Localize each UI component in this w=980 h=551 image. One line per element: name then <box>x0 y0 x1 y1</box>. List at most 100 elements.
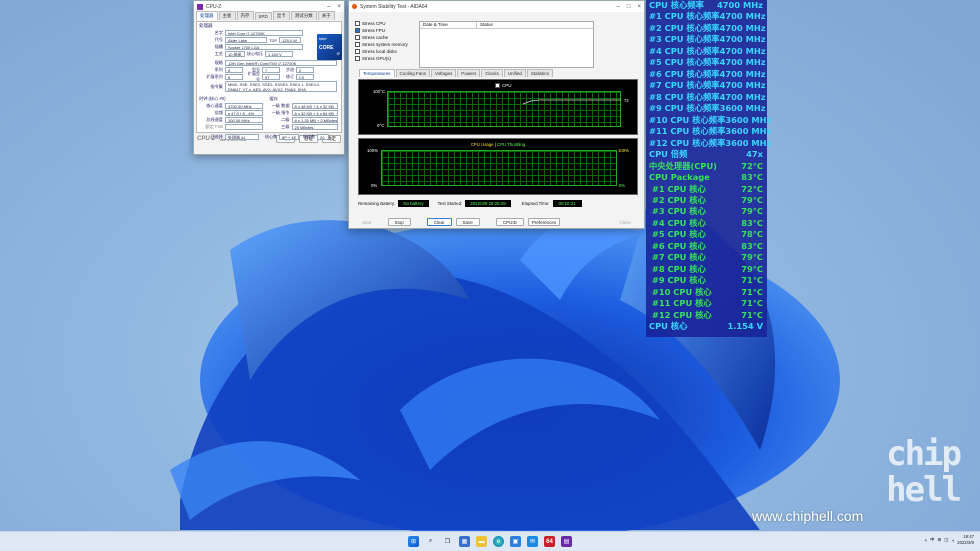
aida-button-bar: Start Stop Clear Save CPUID Preferences … <box>358 218 638 226</box>
preferences-button[interactable]: Preferences <box>527 218 561 226</box>
cpuz-ratedfsb-label: 额定 FSB <box>205 124 223 129</box>
stress-cpu-checkbox[interactable] <box>355 20 360 26</box>
cpuz-l1i-label: 一级 指令 <box>271 110 290 115</box>
cpuz-tab-processor[interactable]: 处理器 <box>196 11 218 20</box>
stress-memory-label: Stress system memory <box>362 41 408 47</box>
tab-voltages[interactable]: Voltages <box>431 69 457 77</box>
osd-label: #10 CPU 核心频率 <box>649 114 726 125</box>
osd-row: #8 CPU 核心 79°C <box>646 264 767 275</box>
stress-disks-checkbox[interactable] <box>355 48 360 54</box>
input-language[interactable]: 中 <box>930 537 935 543</box>
aida-stability-window[interactable]: System Stability Test - AIDA64 – □ × Str… <box>348 0 645 229</box>
osd-value: 4700 MHz <box>719 68 766 79</box>
cpuz-tab-mainboard[interactable]: 主板 <box>218 11 236 20</box>
cpuid-button[interactable]: CPUID <box>495 218 524 226</box>
cpuz-processor-panel: 处理器 名字 Intel Core i7-12700K 代号 Alder Lake … <box>196 21 342 140</box>
network-icon[interactable]: ◫ <box>944 537 948 543</box>
tab-unified[interactable]: Unified <box>503 69 526 77</box>
stress-cache-checkbox[interactable] <box>355 34 360 40</box>
osd-label: #11 CPU 核心频率 <box>649 126 726 137</box>
stress-fpu-option[interactable]: Stress FPU <box>355 27 408 33</box>
cpuz-cache-section: 缓存 <box>269 96 278 101</box>
stress-disks-option[interactable]: Stress local disks <box>355 48 408 54</box>
temp-trace <box>522 99 621 105</box>
save-button[interactable]: Save <box>455 218 480 226</box>
start-windows-icon[interactable]: ⊞ <box>408 536 419 547</box>
close-button[interactable]: Close <box>612 218 638 226</box>
stop-button[interactable]: Stop <box>387 218 411 226</box>
cpuz-socket-label: 插槽 <box>214 44 223 49</box>
intel-core-i7-logo: intel CORE i7 <box>317 34 342 60</box>
aida-log-table[interactable]: Date & Time Status <box>419 21 594 68</box>
close-icon[interactable]: × <box>337 4 341 10</box>
stress-cache-option[interactable]: Stress cache <box>355 34 408 40</box>
stress-fpu-checkbox[interactable] <box>355 27 360 33</box>
store-icon[interactable]: ▣ <box>510 536 521 547</box>
edge-browser-icon[interactable]: e <box>493 536 504 547</box>
aida-title: System Stability Test - AIDA64 <box>360 3 428 10</box>
aida64-taskbar-icon[interactable]: 64 <box>544 536 555 547</box>
cpuz-l1d-label: 一级 数据 <box>271 103 290 108</box>
cpuz-taskbar-icon[interactable]: ▤ <box>561 536 572 547</box>
stress-cpu-option[interactable]: Stress CPU <box>355 20 408 26</box>
file-explorer-icon[interactable]: ▬ <box>476 536 487 547</box>
osd-value: 3600 MHz <box>725 137 772 148</box>
taskbar: ⊞ ⌕ ❐ ▦ ▬ e ▣ ✉ 64 ▤ ˄ 中 ⊞ ◫ ◖ 19:47 202… <box>0 531 980 551</box>
maximize-icon[interactable]: □ <box>627 4 631 10</box>
osd-label: #5 CPU 核心 <box>649 229 706 240</box>
cpuz-tab-spd[interactable]: SPD <box>254 12 272 20</box>
aida-status-bar: Remaining Battery: No battery Test Start… <box>358 200 582 207</box>
sensor-osd-panel: CPU 核心频率 4700 MHz #1 CPU 核心频率 4700 MHz #2 CP… <box>646 0 771 337</box>
aida-titlebar[interactable]: System Stability Test - AIDA64 – □ × <box>349 1 644 12</box>
start-button[interactable]: Start <box>358 218 376 226</box>
stress-memory-option[interactable]: Stress system memory <box>355 41 408 47</box>
chevron-up-icon[interactable]: ˄ <box>924 538 927 543</box>
cpuz-tab-graphics[interactable]: 显卡 <box>272 11 290 20</box>
cpuz-threads-label: 线程数 <box>303 134 315 139</box>
osd-value: 4700 MHz <box>719 80 766 91</box>
stress-memory-checkbox[interactable] <box>355 41 360 47</box>
cpuz-processor-section: 处理器 <box>199 23 213 28</box>
usage-bottom-left: 0% <box>371 183 378 188</box>
osd-row: #5 CPU 核心 78°C <box>646 229 767 240</box>
cpuz-extfamily-label: 扩展系列 <box>206 74 223 79</box>
stress-gpu-option[interactable]: Stress GPU(s) <box>355 55 408 61</box>
minimize-icon[interactable]: – <box>617 4 620 10</box>
chiphell-watermark: chip hell www.chiphell.com <box>752 436 970 526</box>
volume-icon[interactable]: ◖ <box>952 538 955 543</box>
search-icon[interactable]: ⌕ <box>425 536 436 547</box>
task-view-icon[interactable]: ❐ <box>442 536 453 547</box>
cpuz-revision-value: C0 <box>296 74 314 80</box>
grid-icon[interactable]: ⊞ <box>938 537 942 543</box>
tab-clocks[interactable]: Clocks <box>481 69 503 77</box>
tab-statistics[interactable]: Statistics <box>526 69 553 77</box>
temp-reading: 72 <box>624 98 629 103</box>
osd-label: CPU 核心 <box>649 321 688 332</box>
tab-cooling-fans[interactable]: Cooling Fans <box>395 69 431 77</box>
osd-label: #1 CPU 核心 <box>649 183 706 194</box>
cpuz-window[interactable]: CPU-Z – × 处理器 主板 内存 SPD 显卡 测试分数 关于 处理器 名… <box>193 0 345 155</box>
cpuz-selection-dropdown[interactable]: 处理器 #1 <box>225 134 259 140</box>
osd-value: 78°C <box>741 229 763 240</box>
widgets-icon[interactable]: ▦ <box>459 536 470 547</box>
osd-label: #2 CPU 核心 <box>649 194 706 205</box>
close-icon[interactable]: × <box>637 4 641 10</box>
osd-label: #1 CPU 核心频率 <box>649 11 720 22</box>
stress-cpu-label: Stress CPU <box>362 20 386 26</box>
cpuz-tab-memory[interactable]: 内存 <box>236 11 254 20</box>
osd-value: 83°C <box>741 217 763 228</box>
cpuz-tdp-label: TDP <box>269 37 277 43</box>
tab-powers[interactable]: Powers <box>457 69 481 77</box>
clear-button[interactable]: Clear <box>426 218 452 226</box>
taskbar-clock[interactable]: 19:47 2022/3/9 <box>957 534 974 546</box>
minimize-icon[interactable]: – <box>327 4 330 10</box>
log-col-datetime[interactable]: Date & Time <box>420 22 477 28</box>
cpuz-tab-about[interactable]: 关于 <box>317 11 335 20</box>
log-col-status[interactable]: Status <box>477 22 493 28</box>
cpuz-threads-value: 20 <box>317 134 329 140</box>
tab-temperatures[interactable]: Temperatures <box>359 69 395 77</box>
osd-value: 79°C <box>741 263 763 274</box>
stress-gpu-checkbox[interactable] <box>355 55 360 61</box>
cpuz-tab-bench[interactable]: 测试分数 <box>290 11 317 20</box>
mail-icon[interactable]: ✉ <box>527 536 538 547</box>
